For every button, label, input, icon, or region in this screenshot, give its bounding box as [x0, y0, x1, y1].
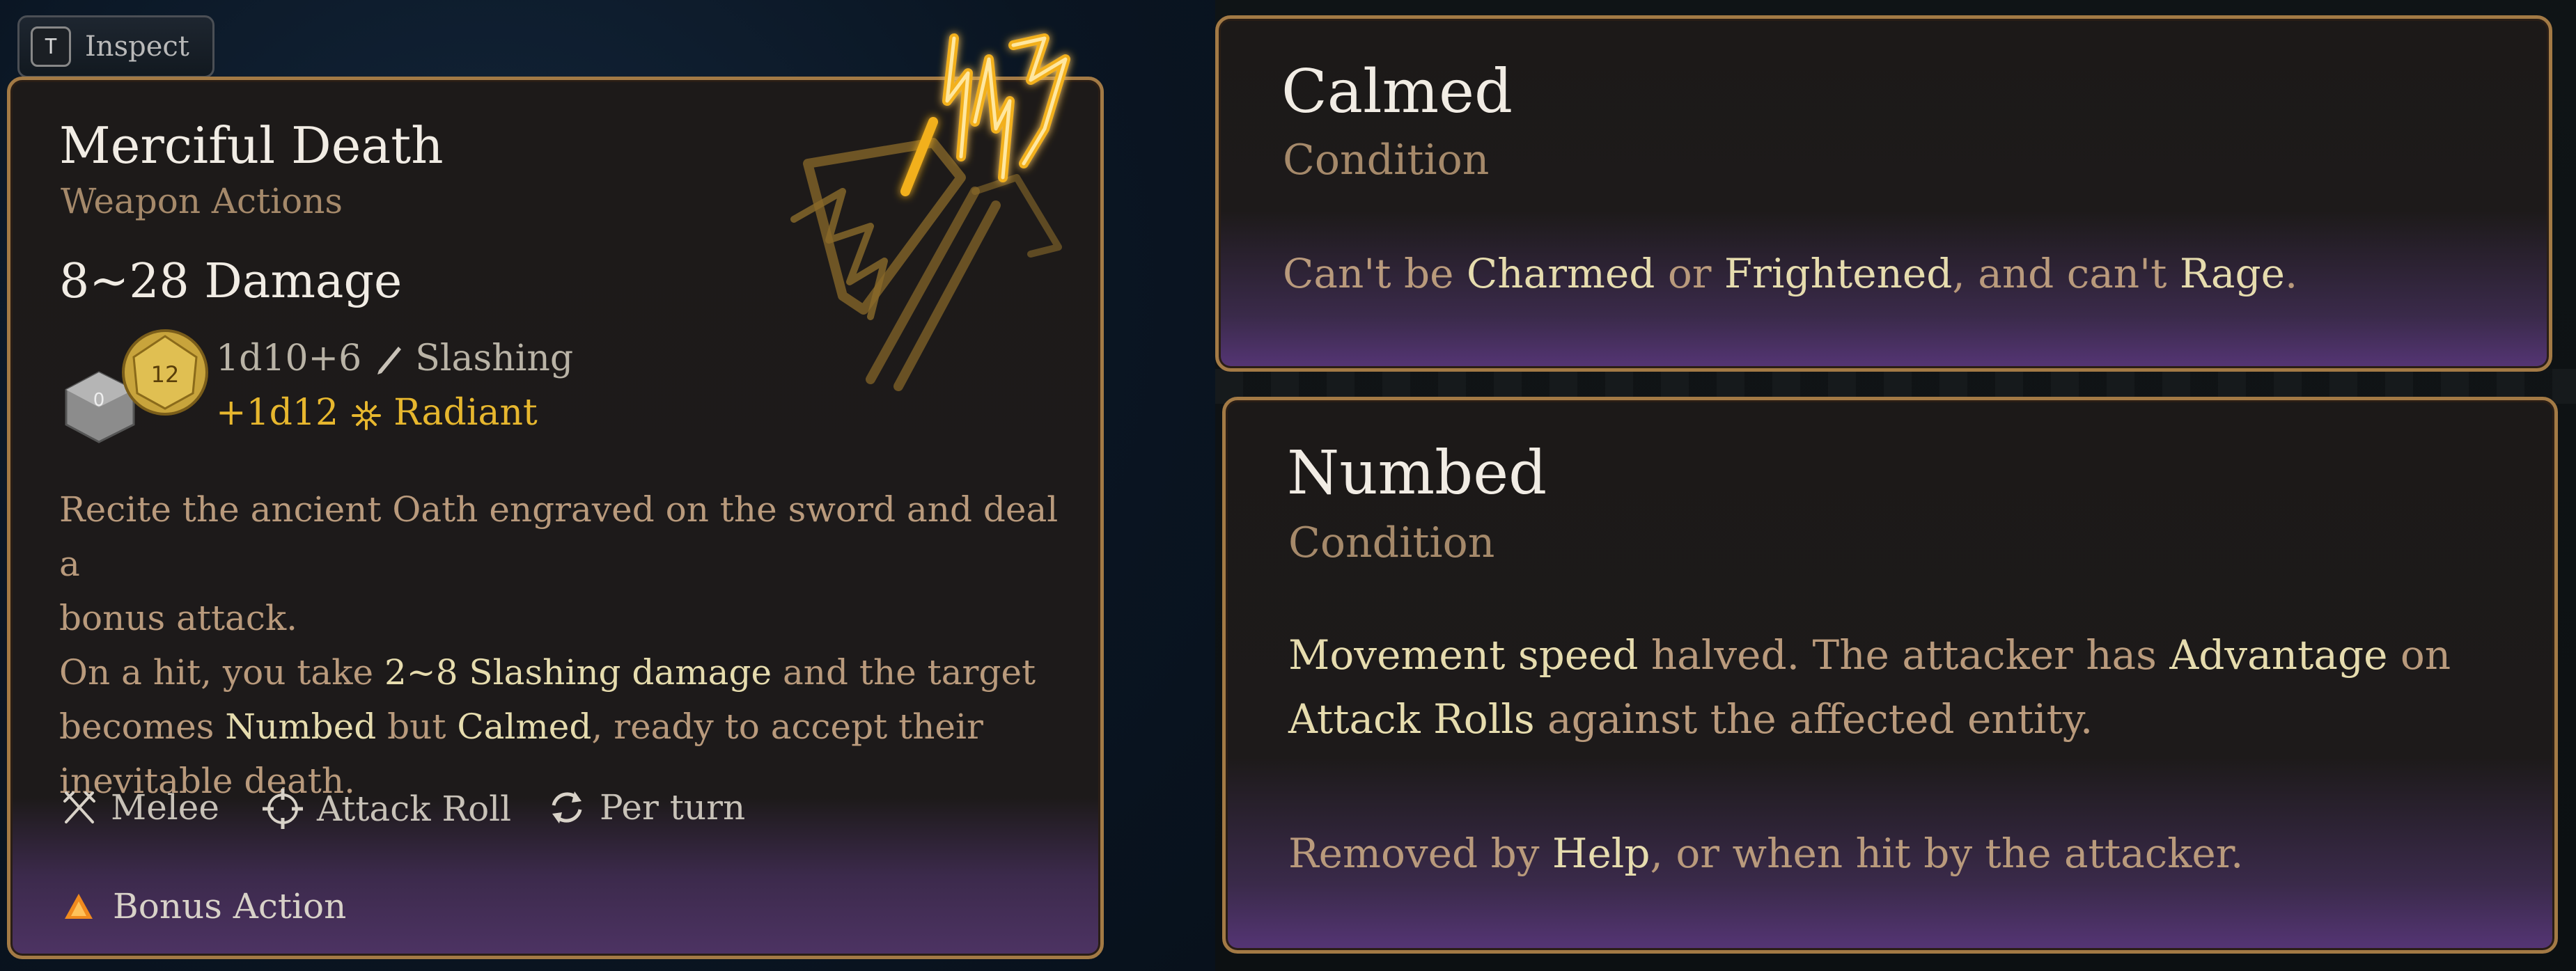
crosshair-icon	[263, 789, 303, 829]
desc-line-4: becomes Numbed but Calmed, ready to acce…	[59, 706, 983, 747]
recharge-tag: Per turn	[547, 787, 745, 828]
range-tag: Melee	[61, 787, 219, 828]
silver-die-face: 0	[93, 390, 105, 411]
gold-die-face: 12	[151, 361, 180, 388]
damage-type-main: Slashing	[415, 338, 574, 379]
desc-line-3: On a hit, you take 2~8 Slashing damage a…	[59, 652, 1036, 693]
keyword-attack-rolls[interactable]: Attack Rolls	[1288, 695, 1535, 743]
keybind-t: T	[31, 26, 71, 67]
keyword-numbed[interactable]: Numbed	[225, 706, 376, 747]
dice-main: 1d10+6	[216, 338, 362, 379]
roll-tag: Attack Roll	[261, 787, 511, 830]
desc-line-2: bonus attack.	[59, 598, 298, 638]
numbed-removal: Removed by Help, or when hit by the atta…	[1288, 830, 2244, 877]
keyword-charmed[interactable]: Charmed	[1467, 250, 1655, 297]
keyword-frightened[interactable]: Frightened	[1724, 250, 1952, 297]
inspect-label: Inspect	[85, 31, 189, 63]
keyword-rage[interactable]: Rage	[2180, 250, 2285, 297]
dice-bonus-row: +1d12 Radiant	[216, 392, 538, 434]
triangle-icon	[65, 894, 93, 919]
spell-damage: 8~28 Damage	[59, 254, 403, 309]
recharge-label: Per turn	[600, 787, 746, 828]
spell-description: Recite the ancient Oath engraved on the …	[59, 482, 1076, 808]
calmed-title: Calmed	[1281, 57, 1513, 127]
dice-icon: 0 12	[65, 329, 208, 443]
calmed-type: Condition	[1283, 136, 1490, 184]
desc-line-1: Recite the ancient Oath engraved on the …	[59, 489, 1059, 584]
numbed-line-1: Movement speed halved. The attacker has …	[1288, 631, 2451, 679]
spell-tooltip: Merciful Death Weapon Actions 8~28 Damag…	[7, 33, 1104, 959]
sword-lightning-icon	[790, 33, 1070, 391]
spell-title: Merciful Death	[59, 116, 444, 175]
cycle-icon	[552, 791, 582, 823]
calmed-tooltip: Calmed Condition Can't be Charmed or Fri…	[1215, 15, 2552, 372]
action-cost: Bonus Action	[63, 886, 346, 926]
range-label: Melee	[111, 787, 219, 828]
keyword-movement-speed[interactable]: Movement speed	[1288, 631, 1639, 679]
damage-type-bonus: Radiant	[393, 392, 538, 434]
numbed-title: Numbed	[1287, 439, 1547, 508]
crossed-swords-icon	[63, 791, 95, 823]
spell-category: Weapon Actions	[61, 181, 343, 221]
keyword-calmed[interactable]: Calmed	[457, 706, 591, 747]
sunburst-icon	[351, 400, 381, 430]
numbed-type: Condition	[1288, 519, 1495, 567]
dice-bonus: +1d12	[216, 392, 339, 434]
keyword-self-damage[interactable]: 2~8 Slashing damage	[384, 652, 772, 693]
numbed-tooltip: Numbed Condition Movement speed halved. …	[1222, 397, 2558, 954]
dice-main-row: 1d10+6 Slashing	[216, 338, 573, 379]
keyword-advantage[interactable]: Advantage	[2169, 631, 2387, 679]
roll-label: Attack Roll	[317, 789, 512, 829]
action-cost-label: Bonus Action	[113, 886, 347, 926]
calmed-description: Can't be Charmed or Frightened, and can'…	[1283, 250, 2298, 297]
keyword-help[interactable]: Help	[1552, 830, 1650, 877]
blade-icon	[377, 346, 401, 374]
numbed-description: Movement speed halved. The attacker has …	[1288, 623, 2528, 751]
numbed-line-2: Attack Rolls against the affected entity…	[1288, 695, 2093, 743]
inspect-button[interactable]: T Inspect	[17, 15, 214, 78]
